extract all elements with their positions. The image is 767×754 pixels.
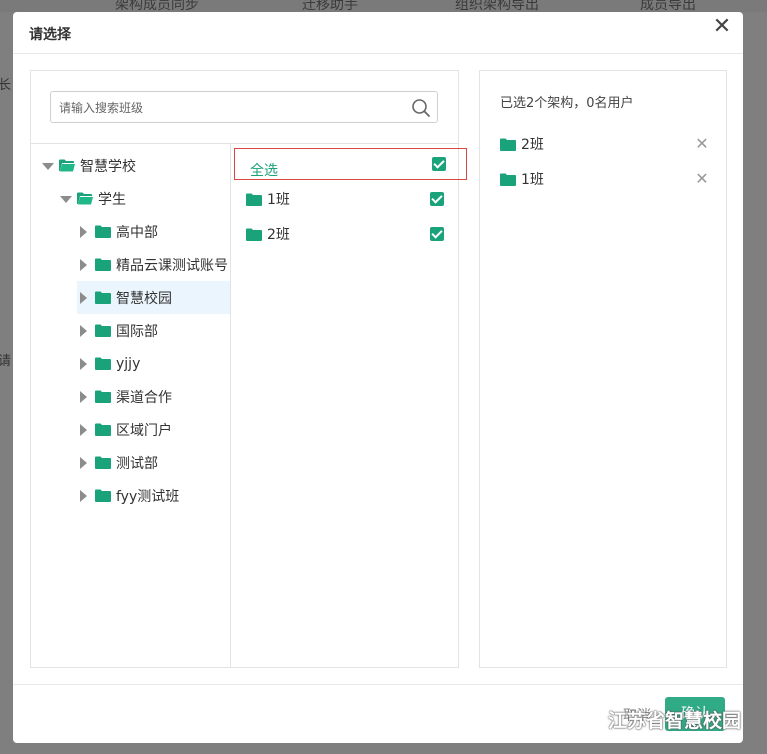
watermark-text: 江苏省智慧校园 [608,710,742,732]
folder-icon [246,193,262,206]
tree-node-child[interactable]: yjjy [77,347,140,380]
divider [31,143,458,144]
class-checkbox[interactable] [430,192,444,206]
background-tab: 组织架构导出 [455,0,539,12]
folder-open-icon [77,192,93,205]
class-checkbox[interactable] [430,227,444,241]
folder-icon [500,173,516,186]
background-tab: 迁移助手 [302,0,358,12]
background-tab: 架构成员同步 [115,0,199,12]
selection-summary: 已选2个架构，0名用户 [500,96,634,111]
org-picker-panel: 智慧学校 学生 高中部 精品云课测试账号 智慧校园 [30,70,467,668]
close-icon[interactable]: ✕ [711,14,733,40]
class-row[interactable]: 1班 [231,182,458,216]
tree-node-label: fyy测试班 [116,488,180,505]
caret-right-icon[interactable] [77,423,91,437]
background-left-edge: 长 请 [0,60,12,460]
selected-panel: 已选2个架构，0名用户 2班 ✕ 1班 ✕ [479,70,727,668]
class-label: 2班 [267,227,290,243]
background-text: 长 [0,78,12,93]
folder-icon [95,357,111,370]
dialog-title: 请选择 [29,27,71,43]
folder-open-icon [59,159,75,172]
folder-icon [95,489,111,502]
tree-node-label: 渠道合作 [116,389,172,406]
caret-right-icon[interactable] [77,390,91,404]
caret-right-icon[interactable] [77,324,91,338]
background-tab-bar: 架构成员同步 迁移助手 组织架构导出 成员导出 [0,0,767,12]
remove-icon[interactable]: ✕ [694,169,710,189]
select-all-row[interactable]: 全选 [234,148,467,180]
tree-node-child[interactable]: 区域门户 [77,413,172,446]
caret-right-icon[interactable] [77,357,91,371]
tree-node-label: yjjy [116,355,141,372]
search-box[interactable] [50,91,438,123]
folder-icon [95,258,111,271]
search-icon[interactable] [411,98,431,118]
caret-right-icon[interactable] [77,258,91,272]
wechat-icon [578,710,602,729]
tree-node-root[interactable]: 智慧学校 [41,149,136,182]
folder-icon [95,456,111,469]
caret-right-icon[interactable] [77,291,91,305]
caret-down-icon[interactable] [41,159,55,173]
selected-item: 1班 ✕ [500,169,710,189]
class-label: 1班 [267,192,290,208]
tree-node-child[interactable]: 高中部 [77,215,158,248]
tree-node-label: 智慧学校 [80,158,136,175]
select-dialog: 请选择 ✕ 智慧学校 学生 [13,12,743,743]
tree-node-child-selected[interactable]: 智慧校园 [77,281,230,314]
folder-icon [95,324,111,337]
select-all-label: 全选 [250,163,278,179]
caret-right-icon[interactable] [77,456,91,470]
caret-right-icon[interactable] [77,489,91,503]
background-text: 请 [0,354,12,369]
tree-node-label: 测试部 [116,455,158,472]
background-tab: 成员导出 [640,0,696,12]
folder-icon [95,225,111,238]
selected-item-label: 2班 [521,137,544,153]
search-input[interactable] [59,97,399,119]
folder-icon [246,228,262,241]
footer-divider [13,684,743,685]
caret-right-icon[interactable] [77,225,91,239]
tree-node-student[interactable]: 学生 [59,182,126,215]
tree-node-label: 高中部 [116,224,158,241]
folder-icon [500,138,516,151]
tree-node-child[interactable]: 渠道合作 [77,380,172,413]
select-all-checkbox[interactable] [432,157,446,171]
caret-down-icon[interactable] [59,192,73,206]
tree-node-child[interactable]: 精品云课测试账号 [77,248,228,281]
tree-node-label: 学生 [98,191,126,208]
tree-node-label: 国际部 [116,323,158,340]
tree-node-child[interactable]: 测试部 [77,446,158,479]
folder-icon [95,390,111,403]
watermark: 江苏省智慧校园 [578,706,741,733]
tree-node-label: 区域门户 [116,422,172,439]
selected-item: 2班 ✕ [500,134,710,154]
tree-node-label: 精品云课测试账号 [116,257,228,274]
dialog-header: 请选择 ✕ [13,12,743,54]
tree-node-child[interactable]: 国际部 [77,314,158,347]
selected-item-label: 1班 [521,172,544,188]
tree-node-label: 智慧校园 [116,290,172,307]
folder-icon [95,423,111,436]
folder-icon [95,291,111,304]
remove-icon[interactable]: ✕ [694,134,710,154]
class-row[interactable]: 2班 [231,217,458,251]
tree-node-child[interactable]: fyy测试班 [77,479,179,512]
